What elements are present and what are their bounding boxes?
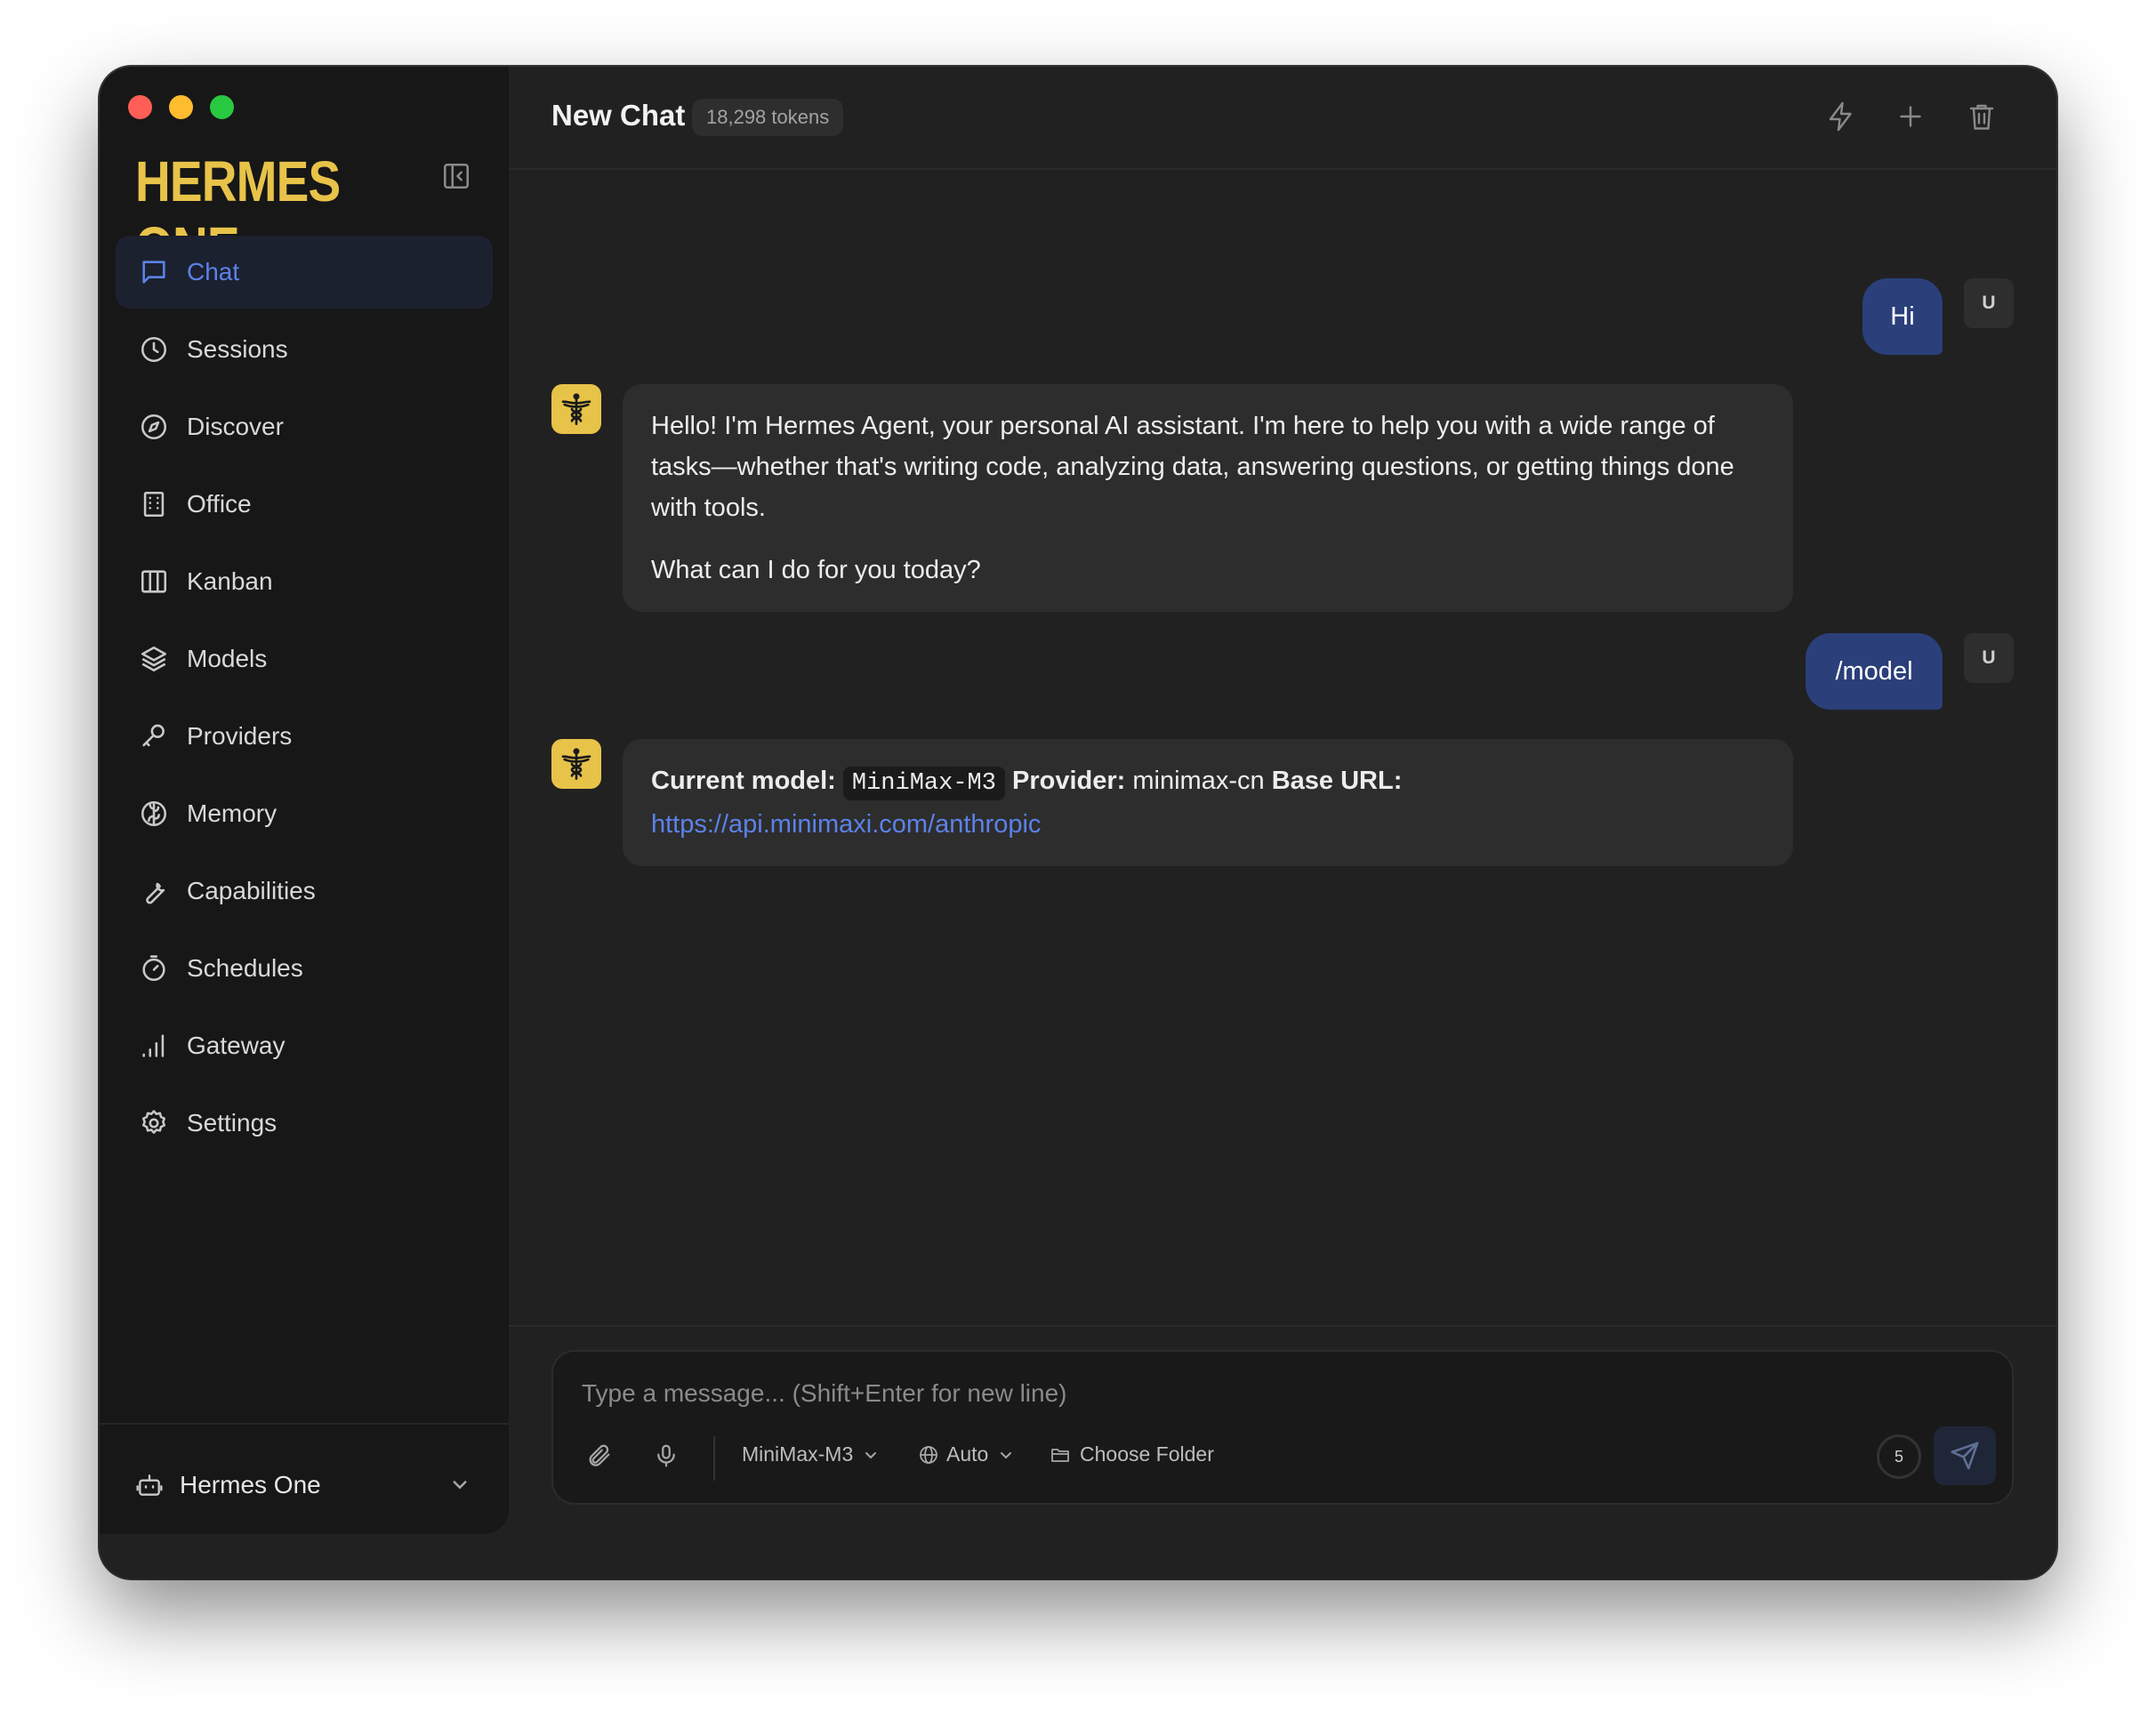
sidebar-item-label: Office	[187, 490, 252, 518]
gear-icon	[139, 1108, 169, 1138]
sidebar-item-providers[interactable]: Providers	[116, 700, 493, 773]
wrench-icon	[139, 876, 169, 906]
model-code: MiniMax-M3	[842, 767, 1005, 800]
maximize-window-button[interactable]	[210, 95, 234, 119]
new-chat-plus-icon[interactable]	[1895, 100, 1927, 133]
sidebar-item-sessions[interactable]: Sessions	[116, 313, 493, 386]
sidebar-nav: Chat Sessions Discover Office Kanban Mod…	[116, 236, 493, 1164]
token-count-badge: 18,298 tokens	[692, 99, 844, 136]
user-avatar: U	[1964, 278, 2014, 328]
sidebar-item-label: Schedules	[187, 954, 303, 982]
user-message-bubble: Hi	[1862, 278, 1943, 355]
window-controls	[128, 95, 234, 119]
chevron-down-icon	[995, 1444, 1017, 1466]
sidebar-item-label: Gateway	[187, 1032, 286, 1059]
send-icon	[1951, 1442, 1979, 1470]
model-selector-label: MiniMax-M3	[742, 1442, 854, 1466]
model-selector[interactable]: MiniMax-M3	[742, 1442, 881, 1466]
building-icon	[139, 489, 169, 519]
bot-icon	[135, 1471, 164, 1499]
provider-value: minimax-cn	[1132, 767, 1265, 795]
message-paragraph: Hello! I'm Hermes Agent, your personal A…	[651, 412, 1734, 522]
folder-icon	[1050, 1444, 1071, 1466]
sidebar-item-label: Memory	[187, 799, 278, 827]
columns-icon	[139, 566, 169, 597]
layers-icon	[139, 644, 169, 674]
profile-label: Hermes One	[180, 1471, 321, 1498]
assistant-message-bubble: Current model: MiniMax-M3 Provider: mini…	[623, 739, 1793, 866]
brain-icon	[139, 799, 169, 829]
user-avatar: U	[1964, 633, 2014, 683]
sidebar-item-capabilities[interactable]: Capabilities	[116, 855, 493, 928]
sidebar-item-memory[interactable]: Memory	[116, 777, 493, 850]
message-composer: MiniMax-M3 Auto Choose Folder 5	[551, 1350, 2014, 1505]
sidebar-item-office[interactable]: Office	[116, 468, 493, 541]
sidebar-item-schedules[interactable]: Schedules	[116, 932, 493, 1005]
hermes-caduceus-icon	[551, 739, 601, 789]
base-url-label: Base URL:	[1271, 767, 1403, 795]
sidebar-item-label: Discover	[187, 413, 284, 440]
sidebar-item-label: Kanban	[187, 567, 273, 595]
chat-bubble-icon	[139, 257, 169, 287]
chevron-down-icon	[446, 1471, 473, 1498]
sidebar-item-label: Capabilities	[187, 877, 316, 904]
sidebar-item-gateway[interactable]: Gateway	[116, 1009, 493, 1082]
main-panel: New Chat 18,298 tokens Hi U Hello! I'm H…	[509, 67, 2056, 1578]
sidebar-item-discover[interactable]: Discover	[116, 390, 493, 463]
base-url-link[interactable]: https://api.minimaxi.com/anthropic	[651, 810, 1041, 839]
provider-label: Provider:	[1012, 767, 1126, 795]
sidebar-item-label: Models	[187, 645, 268, 672]
compass-icon	[139, 412, 169, 442]
key-icon	[139, 721, 169, 751]
message-paragraph: What can I do for you today?	[651, 556, 981, 584]
chat-header: New Chat 18,298 tokens	[509, 67, 2056, 170]
message-list: Hi U Hello! I'm Hermes Agent, your perso…	[509, 170, 2056, 1393]
sidebar-item-label: Chat	[187, 258, 240, 285]
collapse-sidebar-icon[interactable]	[441, 161, 471, 191]
app-window: HERMES ONE Chat Sessions Discover Office	[100, 67, 2056, 1578]
sidebar-item-label: Sessions	[187, 335, 288, 363]
user-message-bubble: /model	[1806, 633, 1943, 710]
context-counter: 5	[1877, 1434, 1921, 1479]
toolbar-divider	[713, 1436, 715, 1481]
hermes-caduceus-icon	[551, 384, 601, 434]
sidebar-item-label: Settings	[187, 1109, 278, 1137]
timer-icon	[139, 953, 169, 984]
clock-icon	[139, 334, 169, 365]
minimize-window-button[interactable]	[169, 95, 193, 119]
choose-folder-button[interactable]: Choose Folder	[1050, 1442, 1214, 1466]
globe-icon	[918, 1444, 939, 1466]
send-button[interactable]	[1934, 1426, 1996, 1485]
model-info-line: Current model: MiniMax-M3 Provider: mini…	[651, 760, 1765, 845]
sidebar-item-chat[interactable]: Chat	[116, 236, 493, 309]
profile-switcher[interactable]: Hermes One	[135, 1463, 473, 1507]
sidebar-divider	[100, 1423, 509, 1425]
message-input[interactable]	[580, 1373, 1829, 1414]
choose-folder-label: Choose Folder	[1080, 1442, 1214, 1466]
sidebar-item-label: Providers	[187, 722, 293, 750]
lightning-icon[interactable]	[1825, 100, 1857, 133]
composer-divider	[509, 1325, 2056, 1327]
page-title: New Chat	[551, 99, 686, 132]
sidebar-item-settings[interactable]: Settings	[116, 1087, 493, 1160]
signal-icon	[139, 1031, 169, 1061]
microphone-icon[interactable]	[653, 1442, 680, 1469]
assistant-message-bubble: Hello! I'm Hermes Agent, your personal A…	[623, 384, 1793, 612]
sidebar: HERMES ONE Chat Sessions Discover Office	[100, 67, 509, 1534]
sidebar-item-kanban[interactable]: Kanban	[116, 545, 493, 618]
trash-icon[interactable]	[1966, 100, 1998, 133]
chevron-down-icon	[860, 1444, 881, 1466]
mode-selector[interactable]: Auto	[918, 1442, 1017, 1466]
model-label: Current model:	[651, 767, 836, 795]
mode-selector-label: Auto	[946, 1442, 989, 1466]
sidebar-item-models[interactable]: Models	[116, 623, 493, 695]
paperclip-icon[interactable]	[585, 1442, 612, 1469]
close-window-button[interactable]	[128, 95, 152, 119]
